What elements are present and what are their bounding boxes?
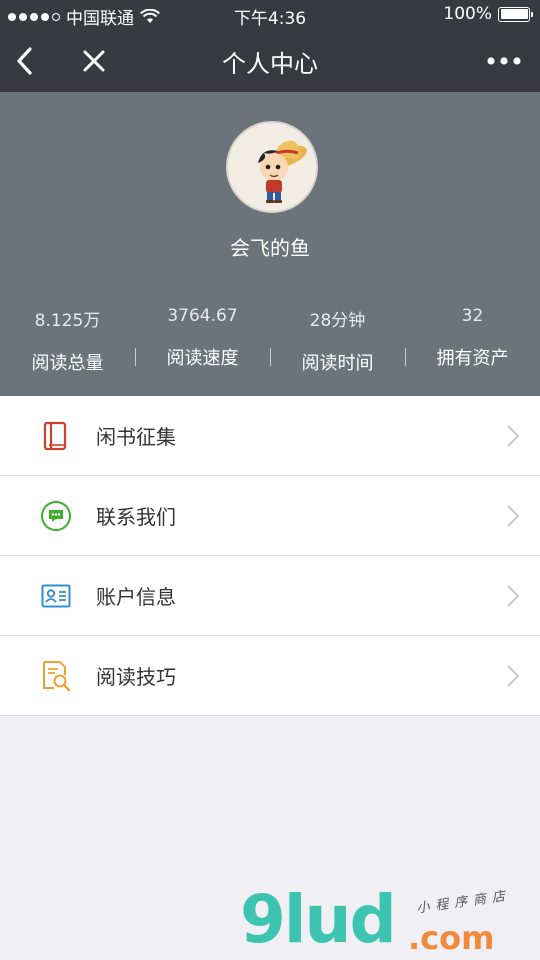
document-search-icon: [40, 660, 72, 692]
stat-read-time[interactable]: 28分钟 阅读时间: [270, 306, 405, 375]
menu-item-book-collection[interactable]: 闲书征集: [0, 396, 540, 476]
watermark-logo: 9lud .com 小程序商店: [240, 885, 540, 960]
more-icon: [487, 57, 521, 65]
stat-label: 阅读总量: [31, 353, 104, 374]
id-card-icon: [40, 580, 72, 612]
battery-percent: 100%: [443, 4, 492, 24]
avatar[interactable]: [226, 121, 318, 213]
stat-value: 3764.67: [167, 306, 238, 326]
chevron-right-icon: [507, 505, 520, 527]
page-title: 个人中心: [222, 50, 318, 78]
stat-value: 8.125万: [34, 311, 101, 331]
stat-label: 阅读速度: [166, 348, 239, 369]
menu-label: 联系我们: [96, 505, 176, 529]
chevron-right-icon: [507, 425, 520, 447]
stat-value: 32: [461, 306, 484, 326]
stat-total-reads[interactable]: 8.125万 阅读总量: [0, 306, 135, 375]
menu-label: 账户信息: [96, 585, 176, 609]
watermark-tagline: 小程序商店: [415, 888, 512, 917]
menu-label: 闲书征集: [96, 425, 176, 449]
stat-label: 阅读时间: [301, 353, 374, 374]
stat-label: 拥有资产: [436, 348, 509, 369]
stat-assets[interactable]: 32 拥有资产: [405, 306, 540, 375]
chevron-right-icon: [507, 665, 520, 687]
stat-read-speed[interactable]: 3764.67 阅读速度: [135, 306, 270, 375]
stat-value: 28分钟: [309, 311, 366, 331]
status-right: 100%: [443, 4, 533, 24]
watermark-brand: 9lud: [240, 881, 397, 958]
chevron-right-icon: [507, 585, 520, 607]
username: 会飞的鱼: [230, 236, 310, 260]
nav-bar: 个人中心: [0, 30, 540, 92]
battery-icon: [498, 6, 533, 22]
menu-item-reading-tips[interactable]: 阅读技巧: [0, 636, 540, 716]
status-bar: 中国联通 下午4:36 100%: [0, 0, 540, 30]
book-icon: [40, 420, 72, 452]
chat-icon: [40, 500, 72, 532]
stats-row: 8.125万 阅读总量 3764.67 阅读速度 28分钟 阅读时间 32 拥有…: [0, 306, 540, 375]
menu-item-account-info[interactable]: 账户信息: [0, 556, 540, 636]
watermark-domain: .com: [408, 919, 495, 957]
menu-item-contact-us[interactable]: 联系我们: [0, 476, 540, 556]
menu-list: 闲书征集 联系我们 账户信息 阅读技巧: [0, 396, 540, 716]
avatar-image: [228, 123, 316, 211]
menu-label: 阅读技巧: [96, 665, 176, 689]
profile-header: 会飞的鱼 8.125万 阅读总量 3764.67 阅读速度 28分钟 阅读时间 …: [0, 92, 540, 396]
more-button[interactable]: [486, 30, 522, 92]
